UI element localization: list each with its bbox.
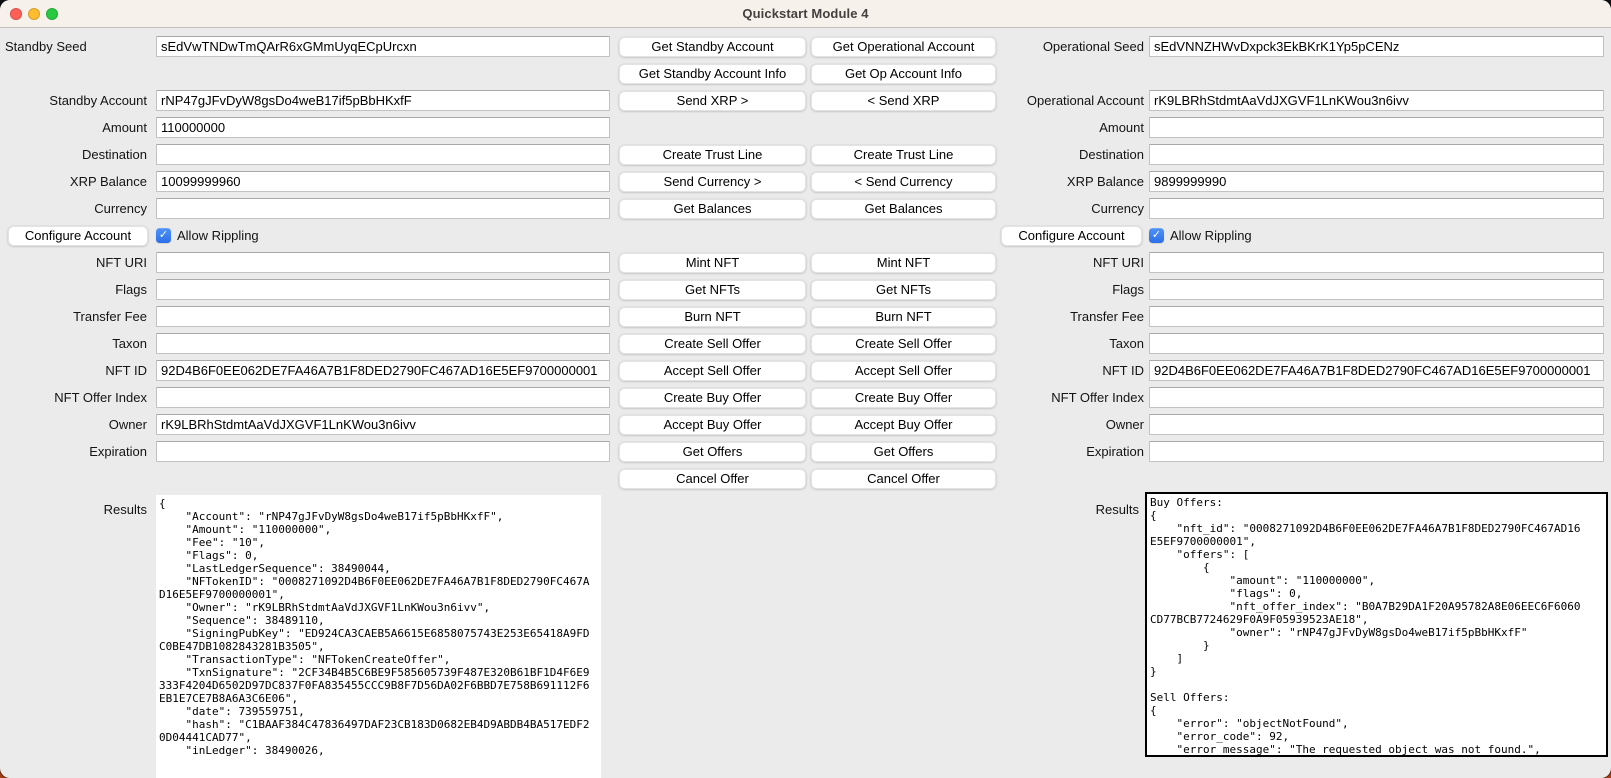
operational-transfer-fee-label: Transfer Fee [1070,309,1144,325]
op-get-offers-button[interactable]: Get Offers [811,442,996,462]
standby-transfer-fee-label: Transfer Fee [73,309,147,325]
app-window: Quickstart Module 4 Standby Seed Get Stan… [0,0,1611,778]
standby-accept-sell-offer-button[interactable]: Accept Sell Offer [619,361,806,381]
standby-transfer-fee-field[interactable] [156,306,610,327]
operational-results-text[interactable]: Buy Offers: { "nft_id": "0008271092D4B6F… [1145,492,1608,757]
standby-cancel-offer-button[interactable]: Cancel Offer [619,469,806,489]
standby-send-currency-button[interactable]: Send Currency > [619,172,806,192]
operational-amount-field[interactable] [1149,117,1604,138]
operational-seed-field[interactable] [1149,36,1604,57]
operational-amount-label: Amount [1099,120,1144,136]
op-cancel-offer-button[interactable]: Cancel Offer [811,469,996,489]
operational-flags-field[interactable] [1149,279,1604,300]
operational-results-label: Results [1096,502,1139,518]
op-get-nfts-button[interactable]: Get NFTs [811,280,996,300]
standby-taxon-label: Taxon [112,336,147,352]
standby-nft-id-field[interactable] [156,360,610,381]
standby-seed-field[interactable] [156,36,610,57]
standby-results-text[interactable]: { "Account": "rNP47gJFvDyW8gsDo4weB17if5… [156,495,601,778]
get-op-account-info-button[interactable]: Get Op Account Info [811,64,996,84]
standby-owner-label: Owner [109,417,147,433]
standby-results-label: Results [104,502,147,518]
op-configure-account-button[interactable]: Configure Account [1001,226,1142,246]
standby-expiration-field[interactable] [156,441,610,462]
standby-destination-field[interactable] [156,144,610,165]
standby-amount-label: Amount [102,120,147,136]
operational-destination-field[interactable] [1149,144,1604,165]
standby-send-xrp-button[interactable]: Send XRP > [619,91,806,111]
standby-expiration-label: Expiration [89,444,147,460]
operational-nft-offer-index-field[interactable] [1149,387,1604,408]
operational-taxon-label: Taxon [1109,336,1144,352]
op-create-buy-offer-button[interactable]: Create Buy Offer [811,388,996,408]
op-send-currency-button[interactable]: < Send Currency [811,172,996,192]
operational-owner-field[interactable] [1149,414,1604,435]
operational-nft-id-label: NFT ID [1102,363,1144,379]
op-allow-rippling-label: Allow Rippling [1170,228,1252,244]
standby-xrp-balance-label: XRP Balance [70,174,147,190]
standby-owner-field[interactable] [156,414,610,435]
standby-nft-id-label: NFT ID [105,363,147,379]
operational-transfer-fee-field[interactable] [1149,306,1604,327]
operational-flags-label: Flags [1112,282,1144,298]
op-mint-nft-button[interactable]: Mint NFT [811,253,996,273]
standby-currency-label: Currency [94,201,147,217]
operational-account-field[interactable] [1149,90,1604,111]
op-allow-rippling-checkbox[interactable]: ✓ [1149,228,1164,243]
operational-xrp-balance-field[interactable] [1149,171,1604,192]
operational-owner-label: Owner [1106,417,1144,433]
standby-create-buy-offer-button[interactable]: Create Buy Offer [619,388,806,408]
standby-account-label: Standby Account [49,93,147,109]
standby-nft-offer-index-field[interactable] [156,387,610,408]
op-burn-nft-button[interactable]: Burn NFT [811,307,996,327]
standby-currency-field[interactable] [156,198,610,219]
operational-expiration-field[interactable] [1149,441,1604,462]
get-standby-account-button[interactable]: Get Standby Account [619,37,806,57]
standby-nft-offer-index-label: NFT Offer Index [54,390,147,406]
window-title: Quickstart Module 4 [0,6,1611,21]
standby-create-trust-line-button[interactable]: Create Trust Line [619,145,806,165]
standby-flags-label: Flags [115,282,147,298]
operational-nft-id-field[interactable] [1149,360,1604,381]
operational-nft-uri-field[interactable] [1149,252,1604,273]
standby-burn-nft-button[interactable]: Burn NFT [619,307,806,327]
standby-get-balances-button[interactable]: Get Balances [619,199,806,219]
standby-configure-account-button[interactable]: Configure Account [8,226,148,246]
operational-currency-label: Currency [1091,201,1144,217]
operational-taxon-field[interactable] [1149,333,1604,354]
standby-account-field[interactable] [156,90,610,111]
standby-taxon-field[interactable] [156,333,610,354]
standby-xrp-balance-field[interactable] [156,171,610,192]
operational-expiration-label: Expiration [1086,444,1144,460]
standby-allow-rippling-label: Allow Rippling [177,228,259,244]
standby-get-offers-button[interactable]: Get Offers [619,442,806,462]
get-operational-account-button[interactable]: Get Operational Account [811,37,996,57]
op-create-sell-offer-button[interactable]: Create Sell Offer [811,334,996,354]
op-accept-buy-offer-button[interactable]: Accept Buy Offer [811,415,996,435]
standby-accept-buy-offer-button[interactable]: Accept Buy Offer [619,415,806,435]
op-send-xrp-button[interactable]: < Send XRP [811,91,996,111]
standby-nft-uri-field[interactable] [156,252,610,273]
standby-seed-label: Standby Seed [5,39,87,55]
operational-destination-label: Destination [1079,147,1144,163]
get-standby-account-info-button[interactable]: Get Standby Account Info [619,64,806,84]
op-create-trust-line-button[interactable]: Create Trust Line [811,145,996,165]
standby-allow-rippling-checkbox[interactable]: ✓ [156,228,171,243]
standby-flags-field[interactable] [156,279,610,300]
standby-destination-label: Destination [82,147,147,163]
operational-currency-field[interactable] [1149,198,1604,219]
operational-nft-offer-index-label: NFT Offer Index [1051,390,1144,406]
standby-mint-nft-button[interactable]: Mint NFT [619,253,806,273]
standby-nft-uri-label: NFT URI [96,255,147,271]
op-get-balances-button[interactable]: Get Balances [811,199,996,219]
operational-seed-label: Operational Seed [1043,39,1144,55]
standby-amount-field[interactable] [156,117,610,138]
operational-nft-uri-label: NFT URI [1093,255,1144,271]
operational-account-label: Operational Account [1027,93,1144,109]
titlebar: Quickstart Module 4 [0,0,1611,28]
standby-create-sell-offer-button[interactable]: Create Sell Offer [619,334,806,354]
op-accept-sell-offer-button[interactable]: Accept Sell Offer [811,361,996,381]
operational-xrp-balance-label: XRP Balance [1067,174,1144,190]
standby-get-nfts-button[interactable]: Get NFTs [619,280,806,300]
